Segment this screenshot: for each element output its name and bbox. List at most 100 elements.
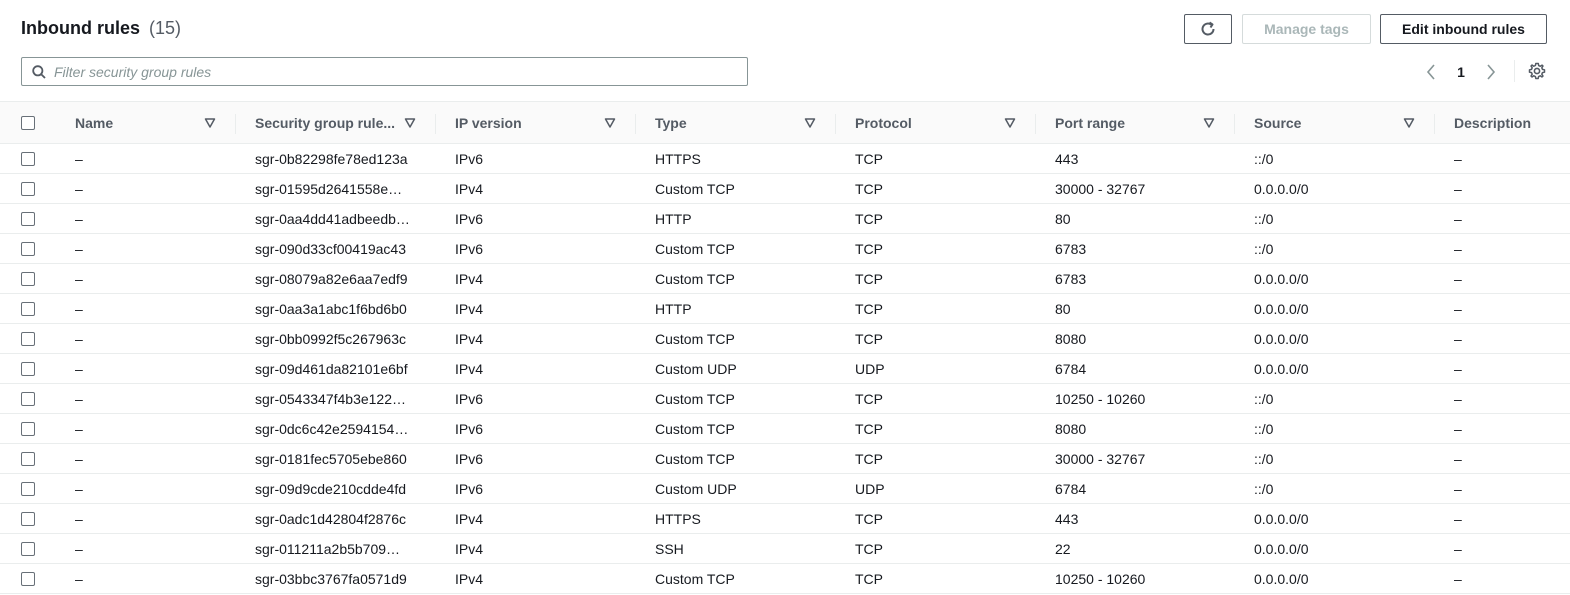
refresh-button[interactable] [1184, 14, 1232, 44]
manage-tags-button[interactable]: Manage tags [1242, 14, 1371, 44]
table-row[interactable]: – sgr-03bbc3767fa0571d9 IPv4 Custom TCP TCP 1… [0, 564, 1570, 594]
table-row[interactable]: – sgr-0aa4dd41adbeedb… IPv6 HTTP TCP 80::/0 – [0, 204, 1570, 234]
table-row[interactable]: – sgr-0181fec5705ebe860 IPv6 Custom TCP TCP 3… [0, 444, 1570, 474]
table-row[interactable]: – sgr-0bb0992f5c267963c IPv4 Custom TCP TCP 8… [0, 324, 1570, 354]
port-range-cell: 6784 [1055, 481, 1087, 497]
source-cell: 0.0.0.0/0 [1254, 571, 1309, 587]
type-cell: HTTPS [655, 511, 701, 527]
column-header-port-range[interactable]: Port range [1055, 102, 1205, 144]
rule-name-cell: – [75, 511, 83, 527]
protocol-cell: UDP [855, 481, 885, 497]
protocol-cell: TCP [855, 331, 883, 347]
port-range-cell: 80 [1055, 211, 1071, 227]
row-checkbox[interactable] [21, 144, 37, 174]
source-cell: 0.0.0.0/0 [1254, 541, 1309, 557]
table-row[interactable]: – sgr-0dc6c42e2594154… IPv6 Custom TCP TCP 80… [0, 414, 1570, 444]
table-row[interactable]: – sgr-01595d2641558e… IPv4 Custom TCP TCP 300… [0, 174, 1570, 204]
select-all-checkbox[interactable] [21, 102, 37, 144]
table-settings-button[interactable] [1527, 61, 1547, 81]
rule-id-cell: sgr-0b82298fe78ed123a [255, 151, 408, 167]
rule-id-cell: sgr-0aa4dd41adbeedb… [255, 211, 410, 227]
search-box[interactable] [21, 57, 748, 86]
table-row[interactable]: – sgr-0aa3a1abc1f6bd6b0 IPv4 HTTP TCP 80 0.0.0… [0, 294, 1570, 324]
edit-inbound-rules-button[interactable]: Edit inbound rules [1380, 14, 1547, 44]
next-page-button[interactable] [1482, 57, 1500, 86]
rule-name-cell: – [75, 451, 83, 467]
source-cell: ::/0 [1254, 151, 1274, 167]
table-row[interactable]: – sgr-090d33cf00419ac43 IPv6 Custom TCP TCP 6… [0, 234, 1570, 264]
source-cell: ::/0 [1254, 241, 1274, 257]
source-cell: 0.0.0.0/0 [1254, 361, 1309, 377]
page-number[interactable]: 1 [1452, 57, 1470, 86]
row-checkbox[interactable] [21, 534, 37, 564]
row-checkbox[interactable] [21, 384, 37, 414]
rule-name-cell: – [75, 361, 83, 377]
row-checkbox[interactable] [21, 324, 37, 354]
rule-id-cell: sgr-03bbc3767fa0571d9 [255, 571, 407, 587]
column-header-source[interactable]: Source [1254, 102, 1404, 144]
type-cell: HTTP [655, 301, 692, 317]
row-checkbox[interactable] [21, 474, 37, 504]
type-cell: Custom UDP [655, 361, 737, 377]
ip-version-cell: IPv4 [455, 541, 484, 557]
rule-id-cell: sgr-0543347f4b3e122… [255, 391, 407, 407]
source-cell: ::/0 [1254, 451, 1274, 467]
row-checkbox[interactable] [21, 264, 37, 294]
port-range-cell: 443 [1055, 511, 1079, 527]
ip-version-cell: IPv6 [455, 481, 484, 497]
table-row[interactable]: – sgr-0adc1d42804f2876c IPv4 HTTPS TCP 443 0.0… [0, 504, 1570, 534]
row-checkbox[interactable] [21, 414, 37, 444]
row-checkbox[interactable] [21, 174, 37, 204]
sort-icon[interactable] [1403, 117, 1415, 129]
column-header-description[interactable]: Description [1454, 102, 1564, 144]
description-cell: – [1454, 241, 1462, 257]
column-header-protocol[interactable]: Protocol [855, 102, 1005, 144]
column-header-type[interactable]: Type [655, 102, 805, 144]
row-checkbox[interactable] [21, 234, 37, 264]
sort-icon[interactable] [204, 117, 216, 129]
previous-page-button[interactable] [1422, 57, 1440, 86]
type-cell: HTTPS [655, 151, 701, 167]
table-row[interactable]: – sgr-011211a2b5b709… IPv4 SSH TCP 22 0.0.0.0/… [0, 534, 1570, 564]
type-cell: HTTP [655, 211, 692, 227]
table-row[interactable]: – sgr-08079a82e6aa7edf9 IPv4 Custom TCP TCP 6… [0, 264, 1570, 294]
port-range-cell: 30000 - 32767 [1055, 451, 1146, 467]
table-row[interactable]: – sgr-0543347f4b3e122… IPv6 Custom TCP TCP 10… [0, 384, 1570, 414]
type-cell: Custom TCP [655, 451, 735, 467]
column-divider [835, 114, 836, 134]
table-row[interactable]: – sgr-0b82298fe78ed123a IPv6 HTTPS TCP 443::/… [0, 144, 1570, 174]
column-header-name[interactable]: Name [75, 102, 225, 144]
description-cell: – [1454, 451, 1462, 467]
sort-icon[interactable] [604, 117, 616, 129]
row-checkbox[interactable] [21, 204, 37, 234]
rule-id-cell: sgr-01595d2641558e… [255, 181, 403, 197]
column-divider [235, 114, 236, 134]
search-input[interactable] [54, 63, 734, 80]
column-divider [1434, 114, 1435, 134]
row-checkbox[interactable] [21, 294, 37, 324]
description-cell: – [1454, 571, 1462, 587]
ip-version-cell: IPv6 [455, 421, 484, 437]
source-cell: ::/0 [1254, 211, 1274, 227]
rule-name-cell: – [75, 241, 83, 257]
row-checkbox[interactable] [21, 504, 37, 534]
table-row[interactable]: – sgr-09d461da82101e6bf IPv4 Custom UDP UDP 6… [0, 354, 1570, 384]
sort-icon[interactable] [404, 117, 416, 129]
row-checkbox[interactable] [21, 354, 37, 384]
rule-name-cell: – [75, 421, 83, 437]
row-checkbox[interactable] [21, 564, 37, 594]
sort-icon[interactable] [1203, 117, 1215, 129]
row-checkbox[interactable] [21, 444, 37, 474]
port-range-cell: 10250 - 10260 [1055, 571, 1146, 587]
source-cell: 0.0.0.0/0 [1254, 511, 1309, 527]
source-cell: ::/0 [1254, 421, 1274, 437]
ip-version-cell: IPv4 [455, 361, 484, 377]
sort-icon[interactable] [804, 117, 816, 129]
rule-name-cell: – [75, 151, 83, 167]
sort-icon[interactable] [1004, 117, 1016, 129]
type-cell: Custom TCP [655, 241, 735, 257]
column-header-security-group-rule[interactable]: Security group rule... [255, 102, 415, 144]
column-header-ip-version[interactable]: IP version [455, 102, 605, 144]
column-divider [635, 114, 636, 134]
table-row[interactable]: – sgr-09d9cde210cdde4fd IPv6 Custom UDP UDP 6… [0, 474, 1570, 504]
